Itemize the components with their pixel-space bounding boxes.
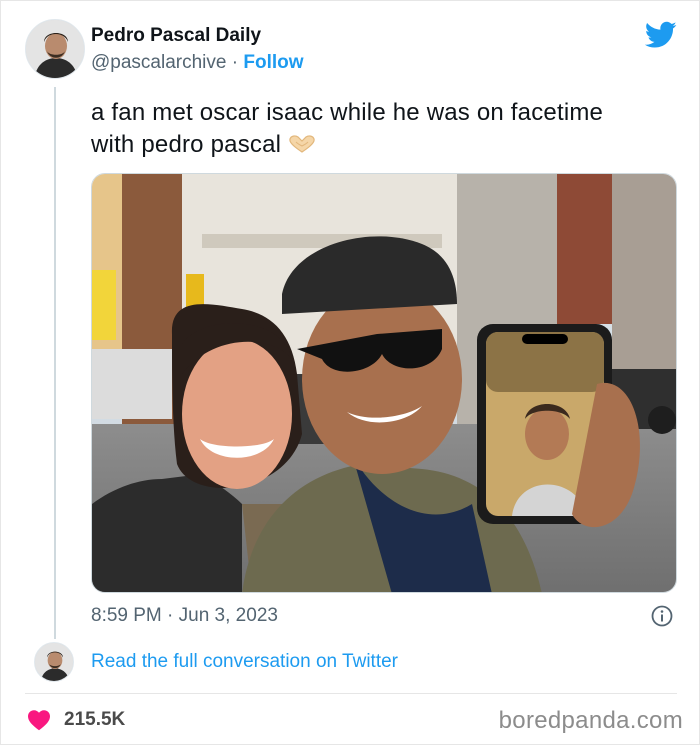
handle-separator: · bbox=[231, 52, 239, 73]
tweet-text-content: a fan met oscar isaac while he was on fa… bbox=[91, 99, 604, 158]
author-name[interactable]: Pedro Pascal Daily bbox=[91, 25, 261, 47]
heart-hands-icon bbox=[289, 135, 315, 153]
tweet-photo[interactable] bbox=[91, 173, 677, 593]
divider bbox=[25, 693, 677, 694]
follow-button[interactable]: Follow bbox=[243, 52, 303, 73]
read-conversation-link[interactable]: Read the full conversation on Twitter bbox=[91, 651, 398, 673]
info-icon[interactable] bbox=[651, 605, 673, 627]
selfie-photo bbox=[92, 174, 676, 592]
tweet-text: a fan met oscar isaac while he was on fa… bbox=[91, 97, 651, 161]
thread-line bbox=[54, 87, 56, 639]
watermark: boredpanda.com bbox=[498, 707, 683, 734]
tweet-timestamp[interactable]: 8:59 PM · Jun 3, 2023 bbox=[91, 605, 278, 627]
author-handle-line: @pascalarchive · Follow bbox=[91, 52, 304, 74]
author-avatar[interactable] bbox=[25, 19, 85, 79]
avatar-image bbox=[26, 20, 84, 78]
heart-icon[interactable] bbox=[27, 709, 51, 731]
twitter-bird-icon[interactable] bbox=[645, 21, 677, 49]
tweet-card: Pedro Pascal Daily @pascalarchive · Foll… bbox=[0, 0, 700, 745]
author-avatar-small[interactable] bbox=[34, 642, 74, 682]
author-handle[interactable]: @pascalarchive bbox=[91, 52, 226, 73]
likes-count[interactable]: 215.5K bbox=[64, 709, 125, 731]
avatar-small-image bbox=[35, 643, 73, 681]
